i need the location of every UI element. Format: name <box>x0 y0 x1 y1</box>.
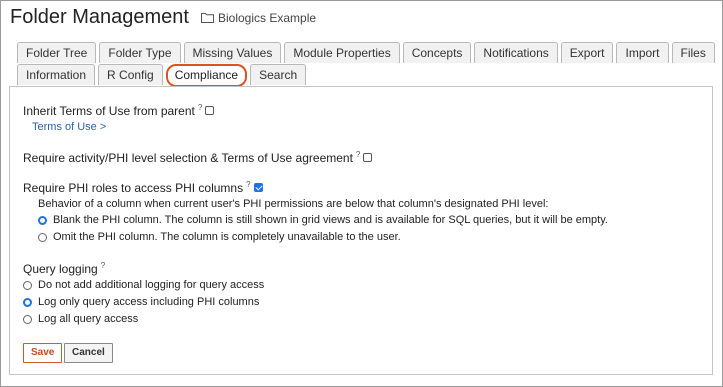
require-activity-label: Require activity/PHI level selection & T… <box>23 151 353 165</box>
logging-none-radio[interactable] <box>23 281 32 290</box>
page-header: Folder Management Biologics Example <box>10 6 316 32</box>
page-title: Folder Management <box>10 6 189 28</box>
compliance-panel: Inherit Terms of Use from parent ? Terms… <box>9 86 713 375</box>
tab-missing-values[interactable]: Missing Values <box>183 42 282 63</box>
inherit-terms-label: Inherit Terms of Use from parent <box>23 104 195 118</box>
tab-search[interactable]: Search <box>250 64 307 85</box>
tab-r-config[interactable]: R Config <box>98 64 163 85</box>
logging-phi-label: Log only query access including PHI colu… <box>38 296 260 308</box>
phi-blank-label: Blank the PHI column. The column is stil… <box>53 214 608 226</box>
require-phi-checkbox[interactable] <box>253 183 263 192</box>
tab-row-1: Folder Tree Folder Type Missing Values M… <box>17 42 718 63</box>
tab-export[interactable]: Export <box>560 42 614 63</box>
inherit-terms-checkbox[interactable] <box>205 106 215 115</box>
terms-of-use-link[interactable]: Terms of Use > <box>32 120 106 135</box>
logging-option-phi[interactable]: Log only query access including PHI colu… <box>23 295 259 310</box>
tab-files[interactable]: Files <box>671 42 715 63</box>
logging-all-radio[interactable] <box>23 315 32 324</box>
tab-information[interactable]: Information <box>17 64 96 85</box>
require-activity-help-icon[interactable]: ? <box>356 147 360 162</box>
logging-none-label: Do not add additional logging for query … <box>38 279 265 291</box>
inherit-terms-row: Inherit Terms of Use from parent ? <box>23 103 215 119</box>
tab-compliance[interactable]: Compliance <box>165 64 248 87</box>
logging-phi-radio[interactable] <box>23 298 32 307</box>
terms-link-row: Terms of Use > <box>32 120 106 135</box>
query-logging-label: Query logging <box>23 262 98 276</box>
tab-import[interactable]: Import <box>616 42 669 63</box>
phi-omit-radio[interactable] <box>38 233 47 242</box>
tab-folder-tree[interactable]: Folder Tree <box>17 42 97 63</box>
require-activity-row: Require activity/PHI level selection & T… <box>23 150 373 166</box>
tab-folder-type[interactable]: Folder Type <box>99 42 181 63</box>
require-phi-help-icon[interactable]: ? <box>246 177 250 192</box>
tab-concepts[interactable]: Concepts <box>402 42 472 63</box>
require-phi-row: Require PHI roles to access PHI columns … <box>23 180 263 196</box>
require-phi-label: Require PHI roles to access PHI columns <box>23 181 244 195</box>
folder-icon <box>200 13 214 23</box>
cancel-button[interactable]: Cancel <box>64 343 113 363</box>
phi-behavior-text: Behavior of a column when current user's… <box>38 197 548 212</box>
phi-option-blank[interactable]: Blank the PHI column. The column is stil… <box>38 213 608 228</box>
query-logging-help-icon[interactable]: ? <box>101 258 105 273</box>
save-button[interactable]: Save <box>23 343 63 363</box>
require-activity-checkbox[interactable] <box>363 153 373 162</box>
folder-breadcrumb[interactable]: Biologics Example <box>200 10 317 25</box>
tab-notifications[interactable]: Notifications <box>474 42 558 63</box>
phi-behavior-label: Behavior of a column when current user's… <box>38 198 549 210</box>
query-logging-heading: Query logging ? <box>23 261 105 277</box>
tab-row-2: Information R Config Compliance Search <box>17 64 309 87</box>
logging-option-all[interactable]: Log all query access <box>23 312 138 327</box>
phi-option-omit[interactable]: Omit the PHI column. The column is compl… <box>38 230 401 245</box>
inherit-terms-help-icon[interactable]: ? <box>198 100 202 115</box>
tab-module-properties[interactable]: Module Properties <box>284 42 400 63</box>
phi-omit-label: Omit the PHI column. The column is compl… <box>53 231 401 243</box>
folder-name: Biologics Example <box>217 10 317 25</box>
logging-option-none[interactable]: Do not add additional logging for query … <box>23 278 264 293</box>
phi-blank-radio[interactable] <box>38 216 47 225</box>
logging-all-label: Log all query access <box>38 313 139 325</box>
